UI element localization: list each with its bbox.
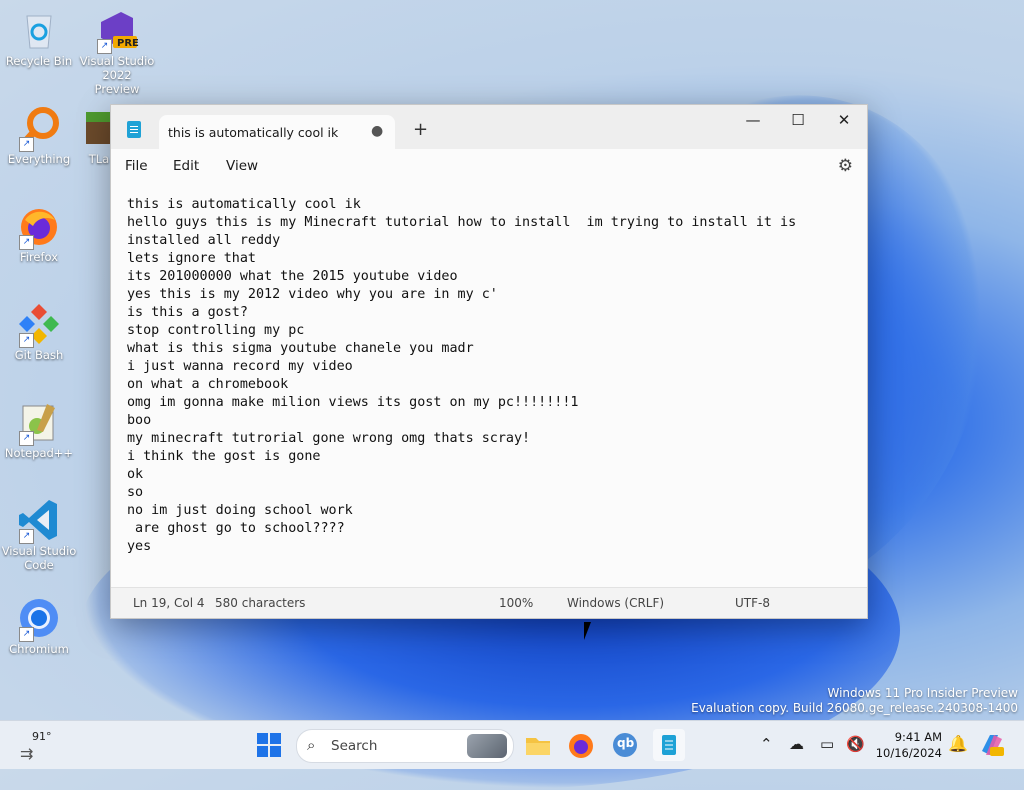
show-hidden-icons-chevron-icon[interactable]: ⌃: [760, 735, 773, 753]
zoom-level[interactable]: 100%: [499, 596, 533, 610]
desktop-icon-label: TLa: [88, 152, 110, 166]
desktop-icon-tlauncher[interactable]: TLa: [62, 106, 110, 166]
desktop-icon-visual-studio-2022[interactable]: PRE ↗ Visual Studio 2022 Preview: [79, 8, 155, 96]
maximize-button[interactable]: ☐: [783, 111, 813, 129]
cursor-position: Ln 19, Col 4: [133, 596, 205, 610]
desktop-icon-git-bash[interactable]: ↗ Git Bash: [1, 302, 77, 362]
line-ending[interactable]: Windows (CRLF): [567, 596, 664, 610]
copilot-icon[interactable]: [978, 731, 1006, 759]
desktop-icon-label: Recycle Bin: [5, 54, 73, 68]
close-button[interactable]: ✕: [829, 111, 859, 129]
settings-gear-icon[interactable]: ⚙: [838, 156, 853, 176]
mouse-cursor-icon: [584, 622, 596, 640]
shortcut-arrow-icon: ↗: [19, 137, 34, 152]
start-button[interactable]: [257, 733, 281, 757]
everything-search-icon: ↗: [17, 106, 61, 152]
shortcut-arrow-icon: ↗: [97, 39, 112, 54]
desktop-icon-label: Visual Studio 2022 Preview: [79, 54, 155, 96]
title-bar[interactable]: this is automatically cool ik ● + — ☐ ✕: [111, 105, 867, 149]
menu-edit[interactable]: Edit: [173, 158, 199, 174]
taskbar-notepad[interactable]: [653, 729, 685, 761]
search-label: Search: [331, 738, 378, 754]
shortcut-arrow-icon: ↗: [19, 529, 34, 544]
desktop-icon-firefox[interactable]: ↗ Firefox: [1, 204, 77, 264]
menu-file[interactable]: File: [125, 158, 148, 174]
minimize-button[interactable]: —: [738, 111, 768, 129]
volume-muted-icon[interactable]: 🔇: [846, 735, 865, 753]
desktop-icon-chromium[interactable]: ↗ Chromium: [1, 596, 77, 656]
taskbar-firefox[interactable]: [565, 729, 597, 761]
cloud-offline-icon[interactable]: ☁: [789, 735, 804, 753]
taskbar-qbittorrent[interactable]: qb: [609, 729, 641, 761]
temperature: 91°: [32, 730, 52, 743]
pre-badge: PRE: [117, 38, 139, 49]
new-tab-button[interactable]: +: [413, 119, 428, 140]
wind-icon: ⇉: [20, 744, 34, 763]
time: 9:41 AM: [894, 730, 942, 744]
search-icon: ⌕: [307, 736, 316, 754]
evaluation-watermark: Windows 11 Pro Insider Preview Evaluatio…: [691, 686, 1018, 716]
desktop-icon-label: Everything: [7, 152, 71, 166]
desktop-icon-label: Notepad++: [4, 446, 74, 460]
shortcut-arrow-icon: ↗: [19, 333, 34, 348]
firefox-icon: ↗: [17, 204, 61, 250]
menu-view[interactable]: View: [226, 158, 258, 174]
search-highlight-icon: [467, 734, 507, 758]
notepad-plus-plus-icon: ↗: [17, 400, 61, 446]
menu-bar: File Edit View ⚙: [111, 149, 867, 183]
tab-document[interactable]: this is automatically cool ik ●: [159, 115, 395, 149]
notepad-app-icon: [127, 121, 141, 138]
shortcut-arrow-icon: ↗: [19, 235, 34, 250]
shortcut-arrow-icon: ↗: [19, 627, 34, 642]
taskbar-search[interactable]: ⌕ Search: [296, 729, 514, 763]
clock[interactable]: 9:41 AM 10/16/2024: [874, 729, 942, 761]
desktop-icon-notepad-plus-plus[interactable]: ↗ Notepad++: [1, 400, 77, 460]
taskbar: 91° ⇉ ⌕ Search qb ⌃ ☁ ▭ 🔇 9:41 AM 10/16/…: [0, 720, 1024, 769]
notification-bell-icon[interactable]: 🔔: [948, 734, 968, 753]
chromium-icon: ↗: [17, 596, 61, 642]
desktop-icon-label: Git Bash: [14, 348, 64, 362]
shortcut-arrow-icon: ↗: [19, 431, 34, 446]
desktop-icon-label: Visual Studio Code: [1, 544, 77, 572]
tab-title: this is automatically cool ik: [168, 125, 339, 140]
vscode-icon: ↗: [17, 498, 61, 544]
desktop-icon-label: Firefox: [19, 250, 59, 264]
visual-studio-icon: PRE ↗: [95, 8, 139, 54]
status-bar: Ln 19, Col 4 580 characters 100% Windows…: [111, 587, 867, 618]
desktop-icon-recycle-bin[interactable]: Recycle Bin: [1, 8, 77, 68]
minecraft-grass-icon: [86, 106, 110, 150]
qbittorrent-icon-label: qb: [617, 736, 635, 750]
network-icon[interactable]: ▭: [820, 735, 834, 753]
unsaved-dot-icon[interactable]: ●: [371, 123, 383, 139]
desktop-icon-label: Chromium: [9, 642, 69, 656]
character-count: 580 characters: [215, 596, 306, 610]
notepad-window[interactable]: this is automatically cool ik ● + — ☐ ✕ …: [110, 104, 868, 619]
text-editor[interactable]: this is automatically cool ik hello guys…: [127, 196, 847, 572]
taskbar-file-explorer[interactable]: [522, 729, 554, 761]
watermark-line2: Evaluation copy. Build 26080.ge_release.…: [691, 701, 1018, 715]
encoding[interactable]: UTF-8: [735, 596, 770, 610]
git-bash-icon: ↗: [17, 302, 61, 348]
desktop-icon-vscode[interactable]: ↗ Visual Studio Code: [1, 498, 77, 572]
date: 10/16/2024: [875, 746, 942, 760]
recycle-bin-icon: [17, 8, 61, 52]
watermark-line1: Windows 11 Pro Insider Preview: [827, 686, 1018, 700]
